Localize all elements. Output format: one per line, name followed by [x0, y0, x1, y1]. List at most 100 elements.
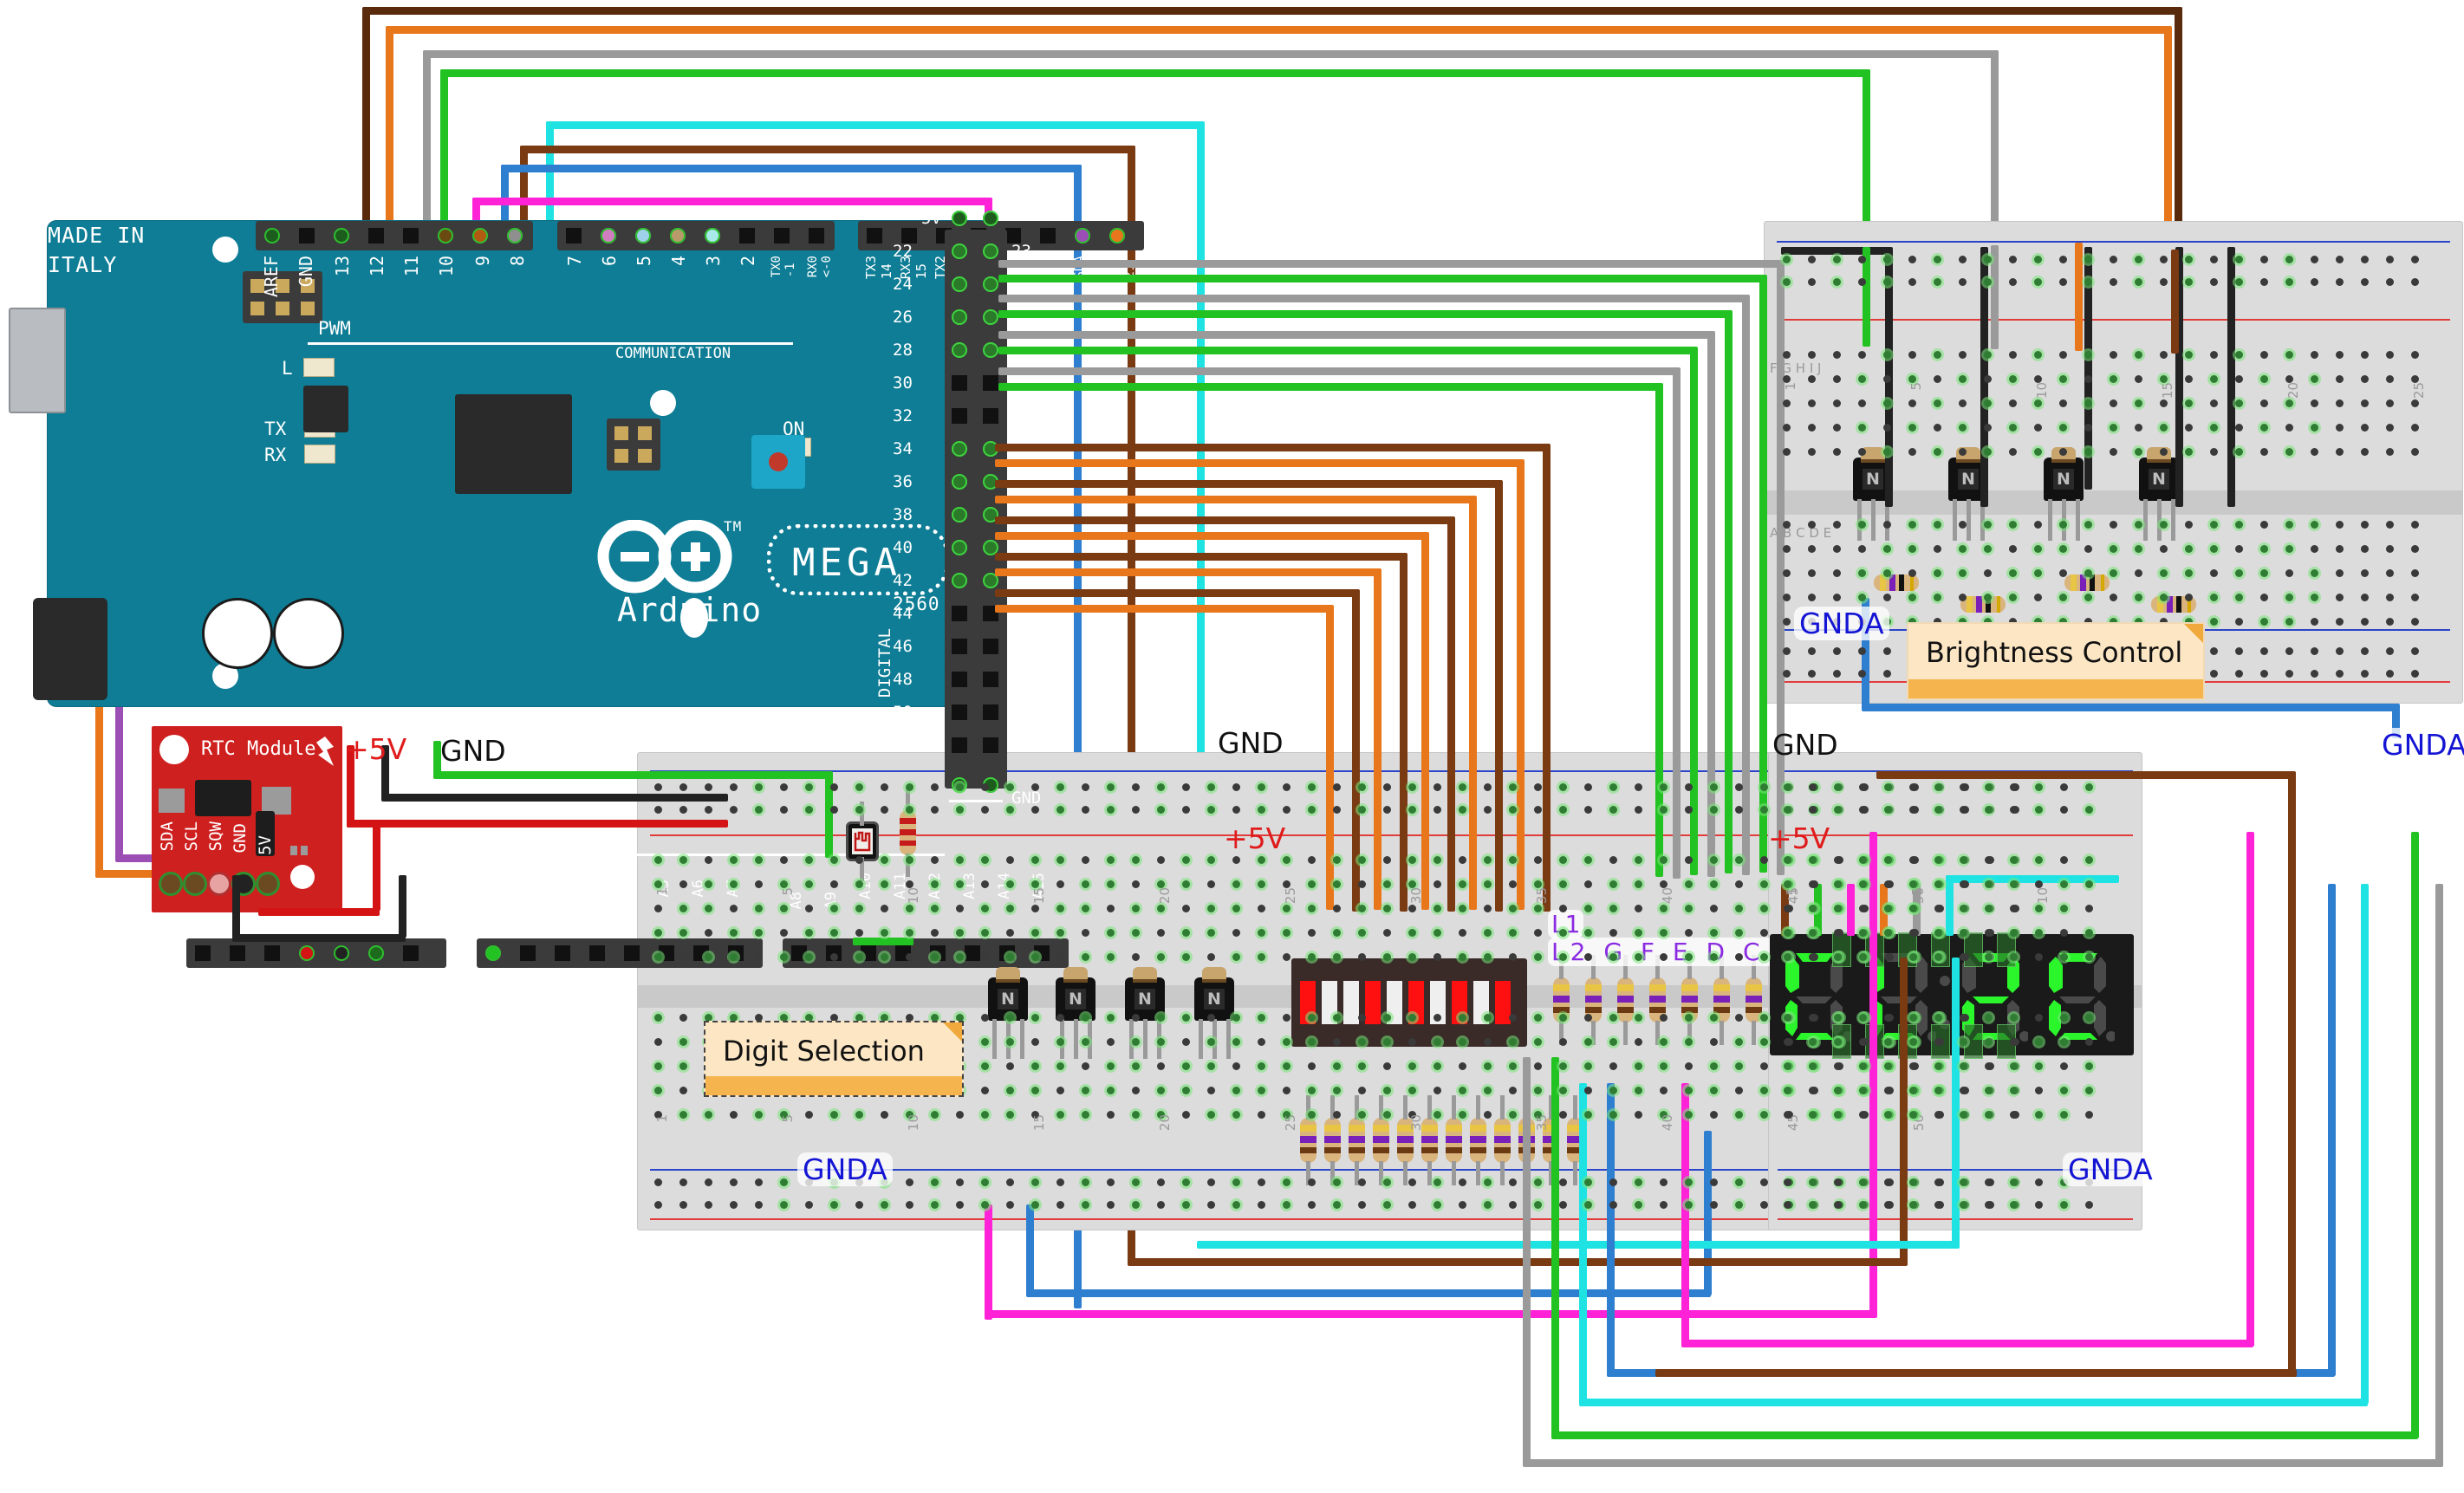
breadboard-hole[interactable] — [1834, 1111, 1842, 1119]
breadboard-hole[interactable] — [2336, 256, 2344, 263]
breadboard-hole[interactable] — [2034, 256, 2042, 263]
breadboard-hole[interactable] — [2411, 351, 2419, 359]
breadboard-hole[interactable] — [1960, 953, 1967, 961]
breadboard-hole[interactable] — [1509, 1087, 1517, 1094]
breadboard-hole[interactable] — [1735, 1014, 1743, 1022]
breadboard-hole[interactable] — [1358, 905, 1366, 912]
breadboard-hole[interactable] — [2386, 351, 2394, 359]
breadboard-hole[interactable] — [2235, 375, 2243, 383]
breadboard-hole[interactable] — [1182, 783, 1190, 791]
breadboard-hole[interactable] — [2010, 1087, 2018, 1094]
breadboard-hole[interactable] — [1408, 1201, 1416, 1209]
breadboard-hole[interactable] — [2110, 278, 2117, 286]
breadboard-hole[interactable] — [1960, 1014, 1967, 1022]
breadboard-hole[interactable] — [830, 929, 838, 937]
breadboard-hole[interactable] — [2210, 424, 2218, 432]
breadboard-hole[interactable] — [981, 783, 989, 791]
breadboard-hole[interactable] — [1784, 806, 1791, 814]
breadboard-hole[interactable] — [2185, 375, 2193, 383]
breadboard-hole[interactable] — [1685, 953, 1693, 961]
breadboard-hole[interactable] — [1132, 953, 1140, 961]
breadboard-hole[interactable] — [1834, 806, 1842, 814]
breadboard-hole[interactable] — [679, 1111, 687, 1119]
breadboard-hole[interactable] — [881, 905, 888, 912]
breadboard-hole[interactable] — [2160, 569, 2168, 577]
breadboard-hole[interactable] — [2060, 1201, 2068, 1209]
breadboard-hole[interactable] — [2009, 399, 2017, 407]
breadboard-hole[interactable] — [1358, 880, 1366, 888]
breadboard-hole[interactable] — [730, 783, 738, 791]
breadboard-hole[interactable] — [2110, 351, 2117, 359]
breadboard-hole[interactable] — [1484, 1014, 1492, 1022]
breadboard-hole[interactable] — [755, 806, 763, 814]
breadboard-hole[interactable] — [2285, 618, 2293, 626]
breadboard-hole[interactable] — [1584, 1087, 1592, 1094]
breadboard-hole[interactable] — [2311, 545, 2318, 553]
breadboard-hole[interactable] — [1884, 1014, 1892, 1022]
breadboard-hole[interactable] — [855, 880, 863, 888]
breadboard-hole[interactable] — [2084, 594, 2092, 601]
breadboard-hole[interactable] — [2336, 521, 2344, 529]
digital-pin-51[interactable] — [983, 704, 998, 720]
breadboard-hole[interactable] — [654, 1087, 662, 1094]
breadboard-hole[interactable] — [1258, 929, 1265, 937]
breadboard-hole[interactable] — [1082, 1038, 1089, 1046]
breadboard-hole[interactable] — [2009, 448, 2017, 456]
breadboard-hole[interactable] — [1408, 953, 1416, 961]
breadboard-hole[interactable] — [1783, 278, 1791, 286]
breadboard-hole[interactable] — [2311, 618, 2318, 626]
breadboard-hole[interactable] — [855, 1111, 863, 1119]
breadboard-hole[interactable] — [906, 806, 913, 814]
breadboard-hole[interactable] — [1934, 351, 1941, 359]
breadboard-hole[interactable] — [2285, 448, 2293, 456]
breadboard-hole[interactable] — [679, 1087, 687, 1094]
breadboard-hole[interactable] — [956, 783, 964, 791]
breadboard-hole[interactable] — [2010, 905, 2018, 912]
breadboard-hole[interactable] — [1609, 1201, 1617, 1209]
breadboard-hole[interactable] — [1459, 856, 1466, 864]
breadboard-hole[interactable] — [730, 856, 738, 864]
breadboard-hole[interactable] — [1883, 545, 1891, 553]
breadboard-hole[interactable] — [1006, 1038, 1014, 1046]
breadboard-hole[interactable] — [2009, 256, 2017, 263]
breadboard-hole[interactable] — [2009, 351, 2017, 359]
breadboard-hole[interactable] — [1760, 1087, 1768, 1094]
breadboard-hole[interactable] — [2009, 594, 2017, 601]
breadboard-hole[interactable] — [755, 929, 763, 937]
breadboard-hole[interactable] — [1509, 953, 1517, 961]
breadboard-hole[interactable] — [2235, 399, 2243, 407]
breadboard-hole[interactable] — [1333, 1014, 1341, 1022]
breadboard-hole[interactable] — [1783, 256, 1791, 263]
breadboard-hole[interactable] — [1434, 856, 1441, 864]
breadboard-hole[interactable] — [2084, 569, 2092, 577]
breadboard-hole[interactable] — [1859, 929, 1867, 937]
breadboard-hole[interactable] — [1985, 783, 1993, 791]
breadboard-hole[interactable] — [1358, 1178, 1366, 1186]
breadboard-hole[interactable] — [654, 1014, 662, 1022]
breadboard-hole[interactable] — [2386, 594, 2394, 601]
breadboard-hole[interactable] — [1784, 1062, 1791, 1070]
breadboard-hole[interactable] — [1358, 929, 1366, 937]
breadboard-hole[interactable] — [1383, 806, 1391, 814]
breadboard-hole[interactable] — [1635, 1038, 1642, 1046]
breadboard-hole[interactable] — [1859, 783, 1867, 791]
breadboard-hole[interactable] — [1859, 953, 1867, 961]
breadboard-hole[interactable] — [1833, 256, 1841, 263]
breadboard-hole[interactable] — [1358, 1038, 1366, 1046]
breadboard-hole[interactable] — [1809, 1014, 1817, 1022]
breadboard-hole[interactable] — [1735, 880, 1743, 888]
breadboard-hole[interactable] — [1934, 375, 1941, 383]
breadboard-hole[interactable] — [805, 953, 813, 961]
breadboard-hole[interactable] — [1884, 1062, 1892, 1070]
breadboard-hole[interactable] — [1383, 953, 1391, 961]
breadboard-hole[interactable] — [1559, 880, 1567, 888]
breadboard-hole[interactable] — [1031, 856, 1039, 864]
breadboard-hole[interactable] — [1484, 929, 1492, 937]
breadboard-hole[interactable] — [1660, 905, 1668, 912]
breadboard-hole[interactable] — [1358, 1111, 1366, 1119]
breadboard-hole[interactable] — [679, 1038, 687, 1046]
breadboard-hole[interactable] — [1884, 1178, 1892, 1186]
breadboard-hole[interactable] — [1132, 1111, 1140, 1119]
breadboard-hole[interactable] — [2034, 399, 2042, 407]
breadboard-hole[interactable] — [1635, 783, 1642, 791]
